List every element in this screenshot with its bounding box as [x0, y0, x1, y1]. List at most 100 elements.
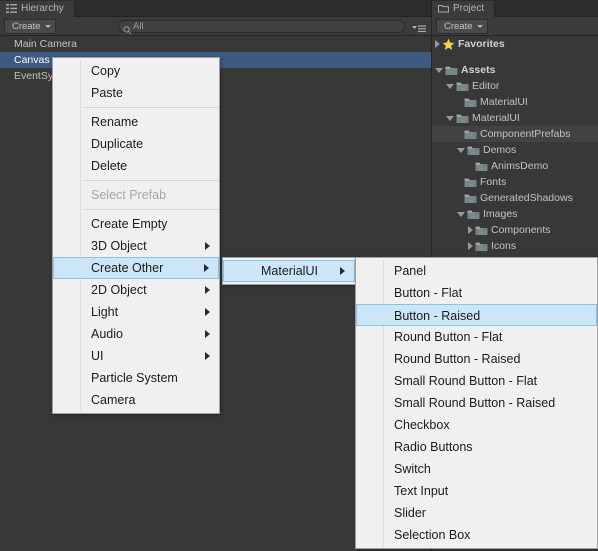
menu-item[interactable]: Small Round Button - Flat [356, 370, 597, 392]
folder-icon [464, 177, 477, 188]
folder-icon [438, 4, 449, 13]
folder-icon [475, 241, 488, 252]
submenu-arrow-icon [340, 267, 345, 275]
menu-separator [83, 180, 219, 181]
menu-item-label: Button - Flat [394, 286, 463, 300]
menu-item[interactable]: Camera [53, 389, 219, 411]
menu-item-label: Rename [91, 115, 139, 129]
menu-item[interactable]: Delete [53, 155, 219, 177]
menu-item[interactable]: Round Button - Flat [356, 326, 597, 348]
search-icon [123, 22, 132, 35]
project-tree-item[interactable]: Assets [432, 62, 598, 78]
menu-item[interactable]: 2D Object [53, 279, 219, 301]
project-tree-item[interactable]: Favorites [432, 36, 598, 52]
project-tree-item[interactable]: Editor [432, 78, 598, 94]
menu-item[interactable]: 3D Object [53, 235, 219, 257]
project-tree-item[interactable]: Icons [432, 238, 598, 254]
menu-item[interactable]: Paste [53, 82, 219, 104]
menu-item[interactable]: Checkbox [356, 414, 597, 436]
project-tree-item[interactable]: GeneratedShadows [432, 190, 598, 206]
project-tree-item[interactable]: MaterialUI [432, 94, 598, 110]
project-tree-item[interactable]: Images [432, 206, 598, 222]
chevron-right-icon[interactable] [468, 226, 473, 234]
menu-item[interactable]: MaterialUI [223, 260, 355, 282]
menu-item-label: Small Round Button - Raised [394, 396, 556, 410]
menu-item-label: MaterialUI [261, 264, 318, 278]
folder-icon [467, 145, 480, 156]
folder-icon [456, 81, 469, 92]
chevron-down-icon[interactable] [457, 211, 465, 217]
project-tree-spacer [432, 52, 598, 62]
menu-item-label: Button - Raised [394, 309, 481, 323]
tab-project-label: Project [453, 2, 485, 14]
tab-hierarchy[interactable]: Hierarchy [0, 0, 75, 17]
chevron-down-icon[interactable] [446, 115, 454, 121]
menu-item-label: Camera [91, 393, 136, 407]
project-tree-item[interactable]: AnimsDemo [432, 158, 598, 174]
hierarchy-search-value: All [133, 21, 144, 32]
menu-item[interactable]: Round Button - Raised [356, 348, 597, 370]
project-tree-item-label: ComponentPrefabs [480, 128, 571, 140]
project-tree-item[interactable]: Components [432, 222, 598, 238]
project-tree-item-label: AnimsDemo [491, 160, 549, 172]
hierarchy-create-button[interactable]: Create [4, 18, 56, 34]
menu-item[interactable]: Particle System [53, 367, 219, 389]
project-tree-item[interactable]: MaterialUI [432, 110, 598, 126]
menu-item[interactable]: Duplicate [53, 133, 219, 155]
menu-item[interactable]: Radio Buttons [356, 436, 597, 458]
menu-item[interactable]: UI [53, 345, 219, 367]
create-other-submenu: MaterialUI [222, 257, 356, 285]
folder-icon [456, 113, 469, 124]
menu-item-label: Paste [91, 86, 123, 100]
chevron-right-icon[interactable] [468, 242, 473, 250]
menu-item[interactable]: Text Input [356, 480, 597, 502]
menu-item-label: Round Button - Raised [394, 352, 521, 366]
menu-item[interactable]: Small Round Button - Raised [356, 392, 597, 414]
project-tree-item[interactable]: Fonts [432, 174, 598, 190]
chevron-down-icon[interactable] [435, 67, 443, 73]
chevron-down-icon [476, 24, 483, 28]
folder-icon [475, 161, 488, 172]
menu-separator [83, 209, 219, 210]
hierarchy-context-menu: Copy Paste Rename Duplicate Delete Select Pre… [52, 57, 220, 414]
menu-item[interactable]: Panel [356, 260, 597, 282]
menu-item[interactable]: Create Empty [53, 213, 219, 235]
chevron-right-icon[interactable] [435, 40, 440, 48]
menu-item: Select Prefab [53, 184, 219, 206]
project-tree-item[interactable]: ComponentPrefabs [432, 126, 598, 142]
menu-item-label: Audio [91, 327, 123, 341]
menu-item-label: Panel [394, 264, 426, 278]
menu-item[interactable]: Audio [53, 323, 219, 345]
menu-item-label: Text Input [394, 484, 449, 498]
folder-icon [464, 97, 477, 108]
project-tree-item-label: Fonts [480, 176, 507, 188]
project-tree-item-label: Editor [472, 80, 500, 92]
menu-item[interactable]: Create Other [53, 257, 219, 279]
menu-item-label: Slider [394, 506, 426, 520]
project-create-button[interactable]: Create [436, 18, 488, 34]
menu-item[interactable]: Light [53, 301, 219, 323]
menu-item[interactable]: Switch [356, 458, 597, 480]
project-tree-item-label: GeneratedShadows [480, 192, 573, 204]
tab-project[interactable]: Project [432, 0, 496, 17]
hierarchy-search-input[interactable]: All [118, 20, 405, 35]
star-icon [442, 38, 455, 51]
menu-item-label: Checkbox [394, 418, 450, 432]
menu-item[interactable]: Selection Box [356, 524, 597, 546]
menu-item[interactable]: Copy [53, 60, 219, 82]
project-tree-item[interactable]: Demos [432, 142, 598, 158]
menu-item[interactable]: Slider [356, 502, 597, 524]
menu-separator [83, 107, 219, 108]
chevron-down-icon[interactable] [446, 83, 454, 89]
menu-item[interactable]: Button - Raised [356, 304, 597, 326]
menu-item[interactable]: Rename [53, 111, 219, 133]
chevron-down-icon[interactable] [457, 147, 465, 153]
menu-item-label: Light [91, 305, 119, 319]
hierarchy-create-label: Create [12, 20, 41, 32]
hamburger-menu-icon[interactable] [412, 21, 426, 33]
project-tree-item-label: Assets [461, 64, 496, 76]
submenu-arrow-icon [204, 264, 209, 272]
submenu-arrow-icon [205, 286, 210, 294]
hierarchy-item[interactable]: Main Camera [0, 36, 431, 52]
menu-item[interactable]: Button - Flat [356, 282, 597, 304]
